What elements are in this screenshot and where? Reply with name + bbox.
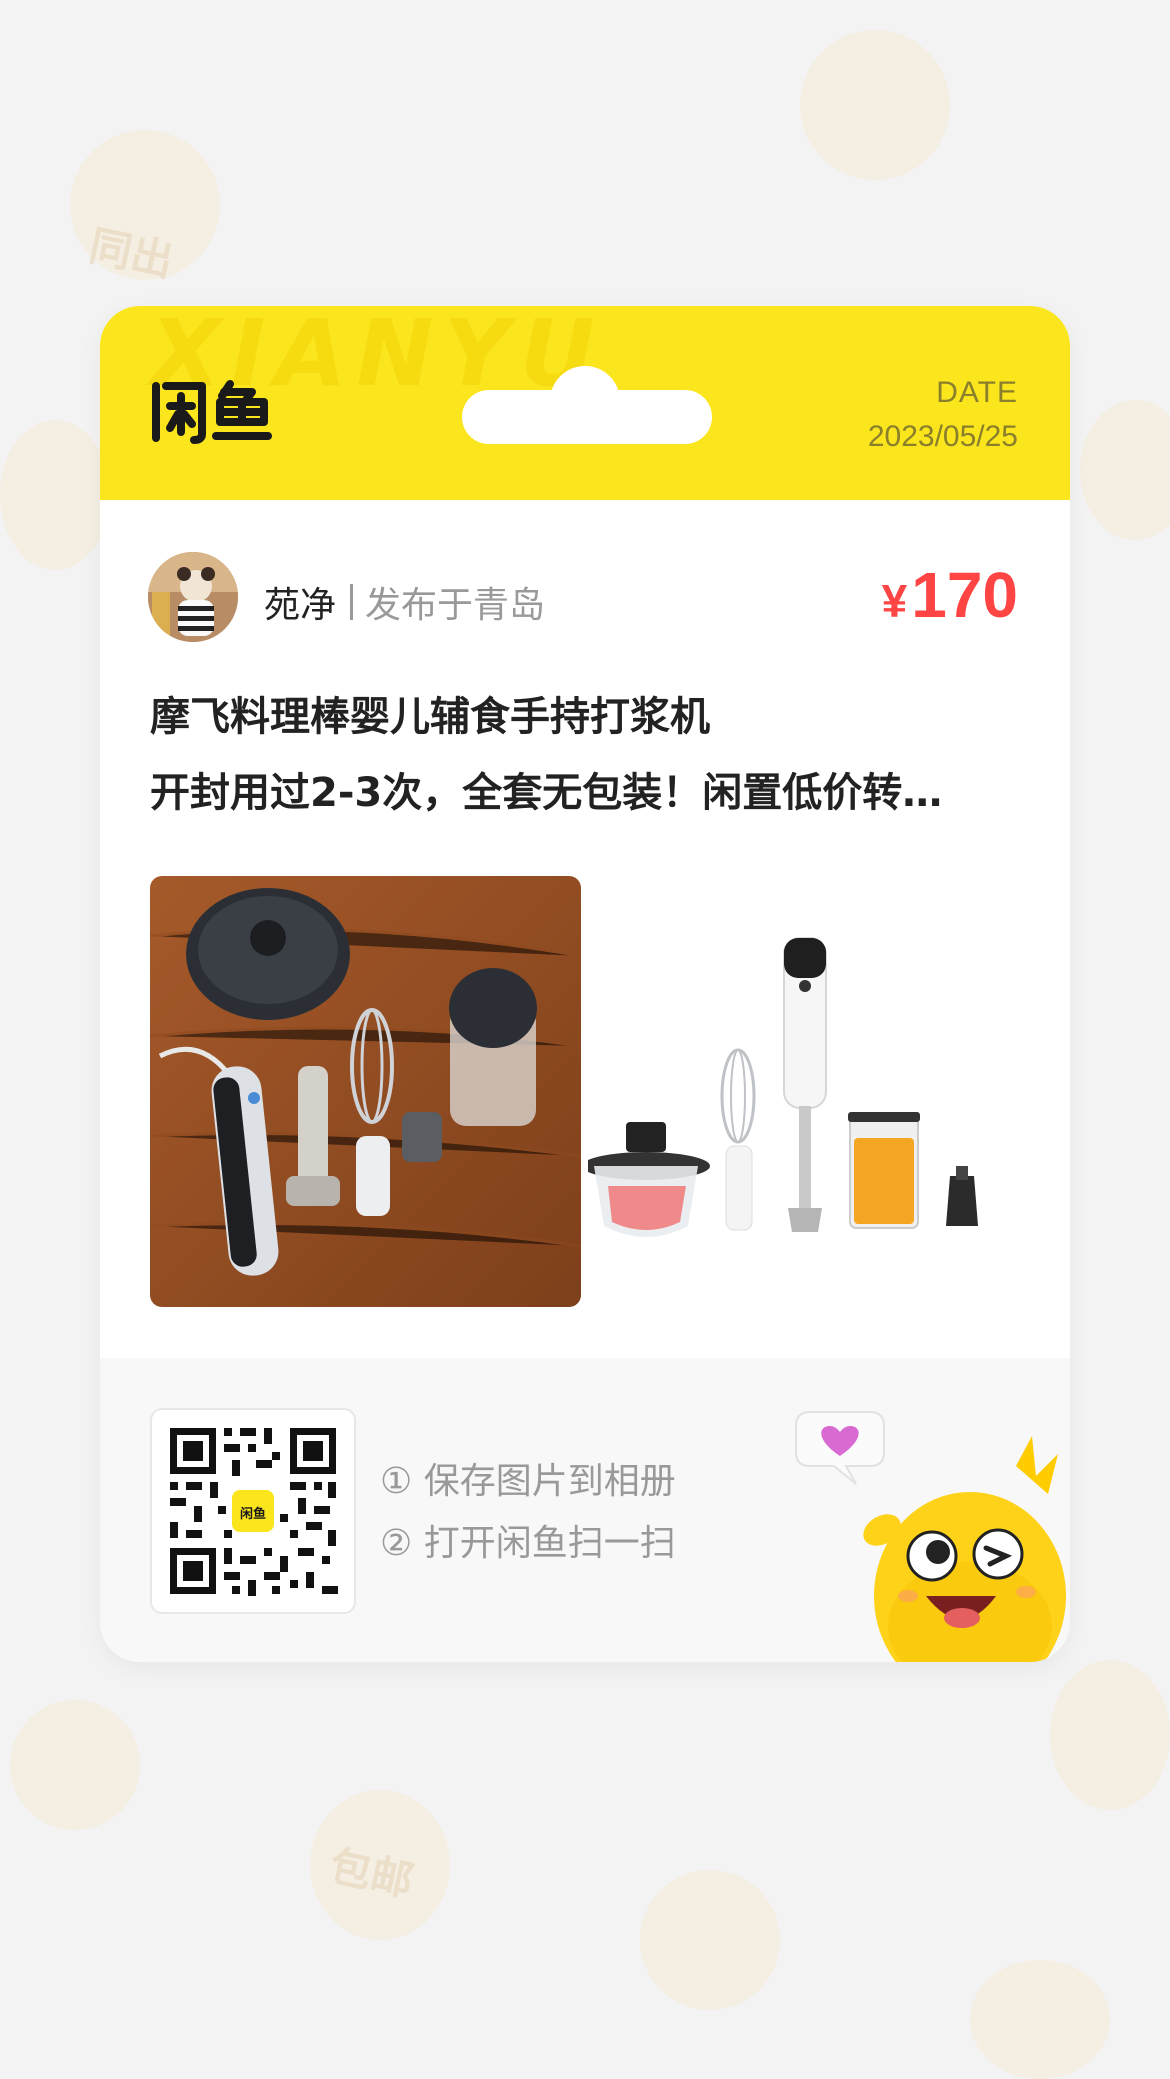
bg-mascot-2 [800,30,950,180]
date-label: DATE [936,376,1018,409]
date-value: 2023/05/25 [867,420,1018,453]
bg-mascot-9 [970,1960,1110,2079]
seller-avatar[interactable] [148,552,238,642]
item-price: ¥ 170 [882,558,1018,632]
header-notch [462,390,712,444]
bg-mascot-5 [10,1700,140,1830]
xianyu-mascot-illustration [795,1411,1066,1662]
seller-location: 发布于青岛 [365,585,546,626]
seller-divider [350,584,354,620]
photo-table-image [150,876,581,1307]
photo-product-image [588,876,1019,1307]
bg-mascot-4 [1080,400,1170,540]
seller-info: 苑净 发布于青岛 [264,576,545,628]
item-description: 开封用过2-3次，全套无包装！闲置低价转… [150,770,943,816]
card-header: XIANYU 闲鱼 DATE 2023/05/ [100,306,1070,500]
instruction-step-2: ② 打开闲鱼扫一扫 [380,1523,676,1564]
heart-bubble-icon [795,1411,885,1485]
price-currency: ¥ [881,575,908,627]
share-card: XIANYU 闲鱼 DATE 2023/05/ [100,306,1070,1662]
bg-mascot-8 [1050,1660,1170,1810]
price-amount: 170 [911,559,1018,631]
qr-code[interactable]: 闲鱼 [150,1408,356,1614]
xianyu-logo: 闲鱼 [152,380,272,444]
item-title: 摩飞料理棒婴儿辅食手持打浆机 [150,694,710,740]
item-photo-1[interactable] [150,876,581,1307]
instruction-step-1: ① 保存图片到相册 [380,1461,676,1502]
bg-mascot-7 [640,1870,780,2010]
avatar-image [148,552,238,642]
qr-center-label: 闲鱼 [239,1507,266,1522]
item-photo-2[interactable] [588,876,1019,1307]
bg-mascot-3 [0,420,110,570]
seller-name[interactable]: 苑净 [264,576,336,628]
